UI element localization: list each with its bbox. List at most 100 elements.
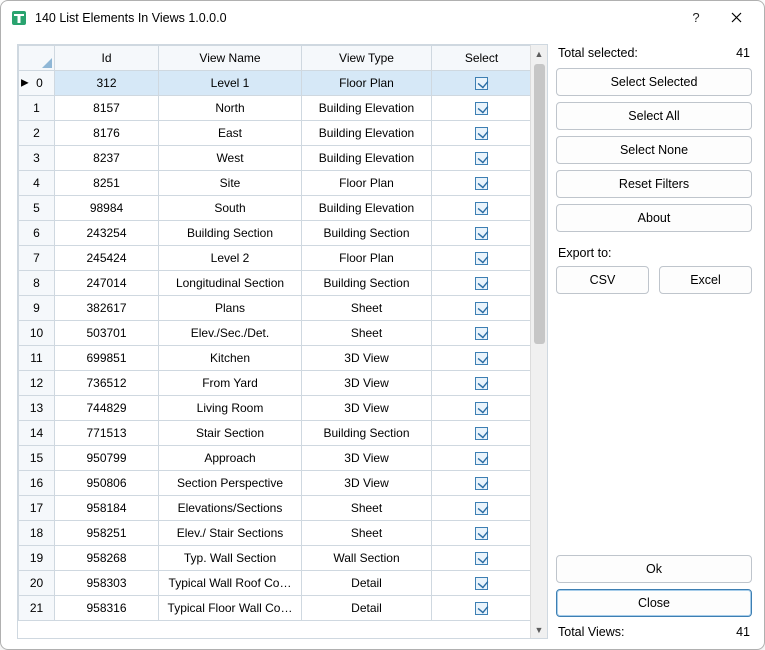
vertical-scrollbar[interactable]: ▲ ▼ [530, 45, 547, 638]
select-checkbox[interactable] [475, 77, 488, 90]
cell-select[interactable] [432, 196, 532, 221]
help-button[interactable]: ? [676, 3, 716, 33]
cell-id[interactable]: 958184 [55, 496, 159, 521]
row-header[interactable]: 16 [19, 471, 55, 496]
cell-view-name[interactable]: Level 1 [159, 71, 302, 96]
cell-id[interactable]: 8251 [55, 171, 159, 196]
select-checkbox[interactable] [475, 602, 488, 615]
cell-view-type[interactable]: Sheet [302, 496, 432, 521]
cell-id[interactable]: 958316 [55, 596, 159, 621]
select-checkbox[interactable] [475, 127, 488, 140]
cell-select[interactable] [432, 171, 532, 196]
cell-select[interactable] [432, 571, 532, 596]
select-checkbox[interactable] [475, 377, 488, 390]
cell-view-type[interactable]: 3D View [302, 346, 432, 371]
cell-select[interactable] [432, 321, 532, 346]
cell-view-type[interactable]: Floor Plan [302, 171, 432, 196]
cell-view-type[interactable]: Building Elevation [302, 146, 432, 171]
cell-id[interactable]: 247014 [55, 271, 159, 296]
cell-select[interactable] [432, 471, 532, 496]
table-row[interactable]: 6243254Building SectionBuilding Section [19, 221, 547, 246]
cell-view-name[interactable]: From Yard [159, 371, 302, 396]
cell-view-type[interactable]: 3D View [302, 396, 432, 421]
row-header[interactable]: 17 [19, 496, 55, 521]
cell-id[interactable]: 8237 [55, 146, 159, 171]
cell-view-name[interactable]: Section Perspective [159, 471, 302, 496]
cell-view-name[interactable]: Typical Floor Wall Co… [159, 596, 302, 621]
table-row[interactable]: 10503701Elev./Sec./Det.Sheet [19, 321, 547, 346]
row-header[interactable]: 18 [19, 521, 55, 546]
cell-id[interactable]: 245424 [55, 246, 159, 271]
cell-select[interactable] [432, 446, 532, 471]
row-header[interactable]: 8 [19, 271, 55, 296]
cell-view-name[interactable]: Typical Wall Roof Co… [159, 571, 302, 596]
cell-view-type[interactable]: 3D View [302, 446, 432, 471]
table-row[interactable]: 7245424Level 2Floor Plan [19, 246, 547, 271]
table-row[interactable]: 17958184Elevations/SectionsSheet [19, 496, 547, 521]
select-checkbox[interactable] [475, 302, 488, 315]
table-row[interactable]: 38237WestBuilding Elevation [19, 146, 547, 171]
cell-view-type[interactable]: 3D View [302, 371, 432, 396]
cell-select[interactable] [432, 371, 532, 396]
row-header[interactable]: 7 [19, 246, 55, 271]
cell-id[interactable]: 958268 [55, 546, 159, 571]
table-row[interactable]: 13744829Living Room3D View [19, 396, 547, 421]
cell-select[interactable] [432, 521, 532, 546]
cell-select[interactable] [432, 546, 532, 571]
select-checkbox[interactable] [475, 427, 488, 440]
table-row[interactable]: ▶0312Level 1Floor Plan [19, 71, 547, 96]
row-header[interactable]: 12 [19, 371, 55, 396]
cell-view-name[interactable]: Typ. Wall Section [159, 546, 302, 571]
table-row[interactable]: 18958251Elev./ Stair SectionsSheet [19, 521, 547, 546]
scroll-down-icon[interactable]: ▼ [531, 621, 547, 638]
select-checkbox[interactable] [475, 502, 488, 515]
select-checkbox[interactable] [475, 227, 488, 240]
export-excel-button[interactable]: Excel [659, 266, 752, 294]
cell-view-name[interactable]: South [159, 196, 302, 221]
table-row[interactable]: 19958268Typ. Wall SectionWall Section [19, 546, 547, 571]
select-checkbox[interactable] [475, 577, 488, 590]
cell-view-type[interactable]: Building Section [302, 421, 432, 446]
row-header[interactable]: 3 [19, 146, 55, 171]
cell-view-type[interactable]: Building Elevation [302, 196, 432, 221]
cell-view-name[interactable]: East [159, 121, 302, 146]
table-row[interactable]: 14771513Stair SectionBuilding Section [19, 421, 547, 446]
cell-view-type[interactable]: Building Section [302, 271, 432, 296]
cell-view-name[interactable]: North [159, 96, 302, 121]
table-row[interactable]: 21958316Typical Floor Wall Co…Detail [19, 596, 547, 621]
table-row[interactable]: 28176EastBuilding Elevation [19, 121, 547, 146]
cell-id[interactable]: 503701 [55, 321, 159, 346]
table-row[interactable]: 598984SouthBuilding Elevation [19, 196, 547, 221]
row-header[interactable]: 2 [19, 121, 55, 146]
scroll-up-icon[interactable]: ▲ [531, 45, 547, 62]
select-checkbox[interactable] [475, 277, 488, 290]
cell-id[interactable]: 243254 [55, 221, 159, 246]
cell-view-type[interactable]: Wall Section [302, 546, 432, 571]
select-selected-button[interactable]: Select Selected [556, 68, 752, 96]
cell-id[interactable]: 699851 [55, 346, 159, 371]
cell-id[interactable]: 312 [55, 71, 159, 96]
cell-select[interactable] [432, 421, 532, 446]
cell-id[interactable]: 382617 [55, 296, 159, 321]
cell-view-name[interactable]: Longitudinal Section [159, 271, 302, 296]
table-row[interactable]: 9382617PlansSheet [19, 296, 547, 321]
cell-view-name[interactable]: Level 2 [159, 246, 302, 271]
table-row[interactable]: 8247014Longitudinal SectionBuilding Sect… [19, 271, 547, 296]
cell-view-name[interactable]: Elevations/Sections [159, 496, 302, 521]
select-checkbox[interactable] [475, 452, 488, 465]
cell-view-name[interactable]: Stair Section [159, 421, 302, 446]
col-header-id[interactable]: Id [55, 46, 159, 71]
cell-select[interactable] [432, 296, 532, 321]
select-all-button[interactable]: Select All [556, 102, 752, 130]
cell-view-name[interactable]: Site [159, 171, 302, 196]
cell-select[interactable] [432, 71, 532, 96]
cell-view-type[interactable]: Sheet [302, 521, 432, 546]
cell-view-name[interactable]: Approach [159, 446, 302, 471]
col-header-select[interactable]: Select [432, 46, 532, 71]
select-none-button[interactable]: Select None [556, 136, 752, 164]
row-header[interactable]: 19 [19, 546, 55, 571]
scroll-thumb[interactable] [534, 64, 545, 344]
row-header[interactable]: 6 [19, 221, 55, 246]
row-header[interactable]: 14 [19, 421, 55, 446]
cell-id[interactable]: 950806 [55, 471, 159, 496]
